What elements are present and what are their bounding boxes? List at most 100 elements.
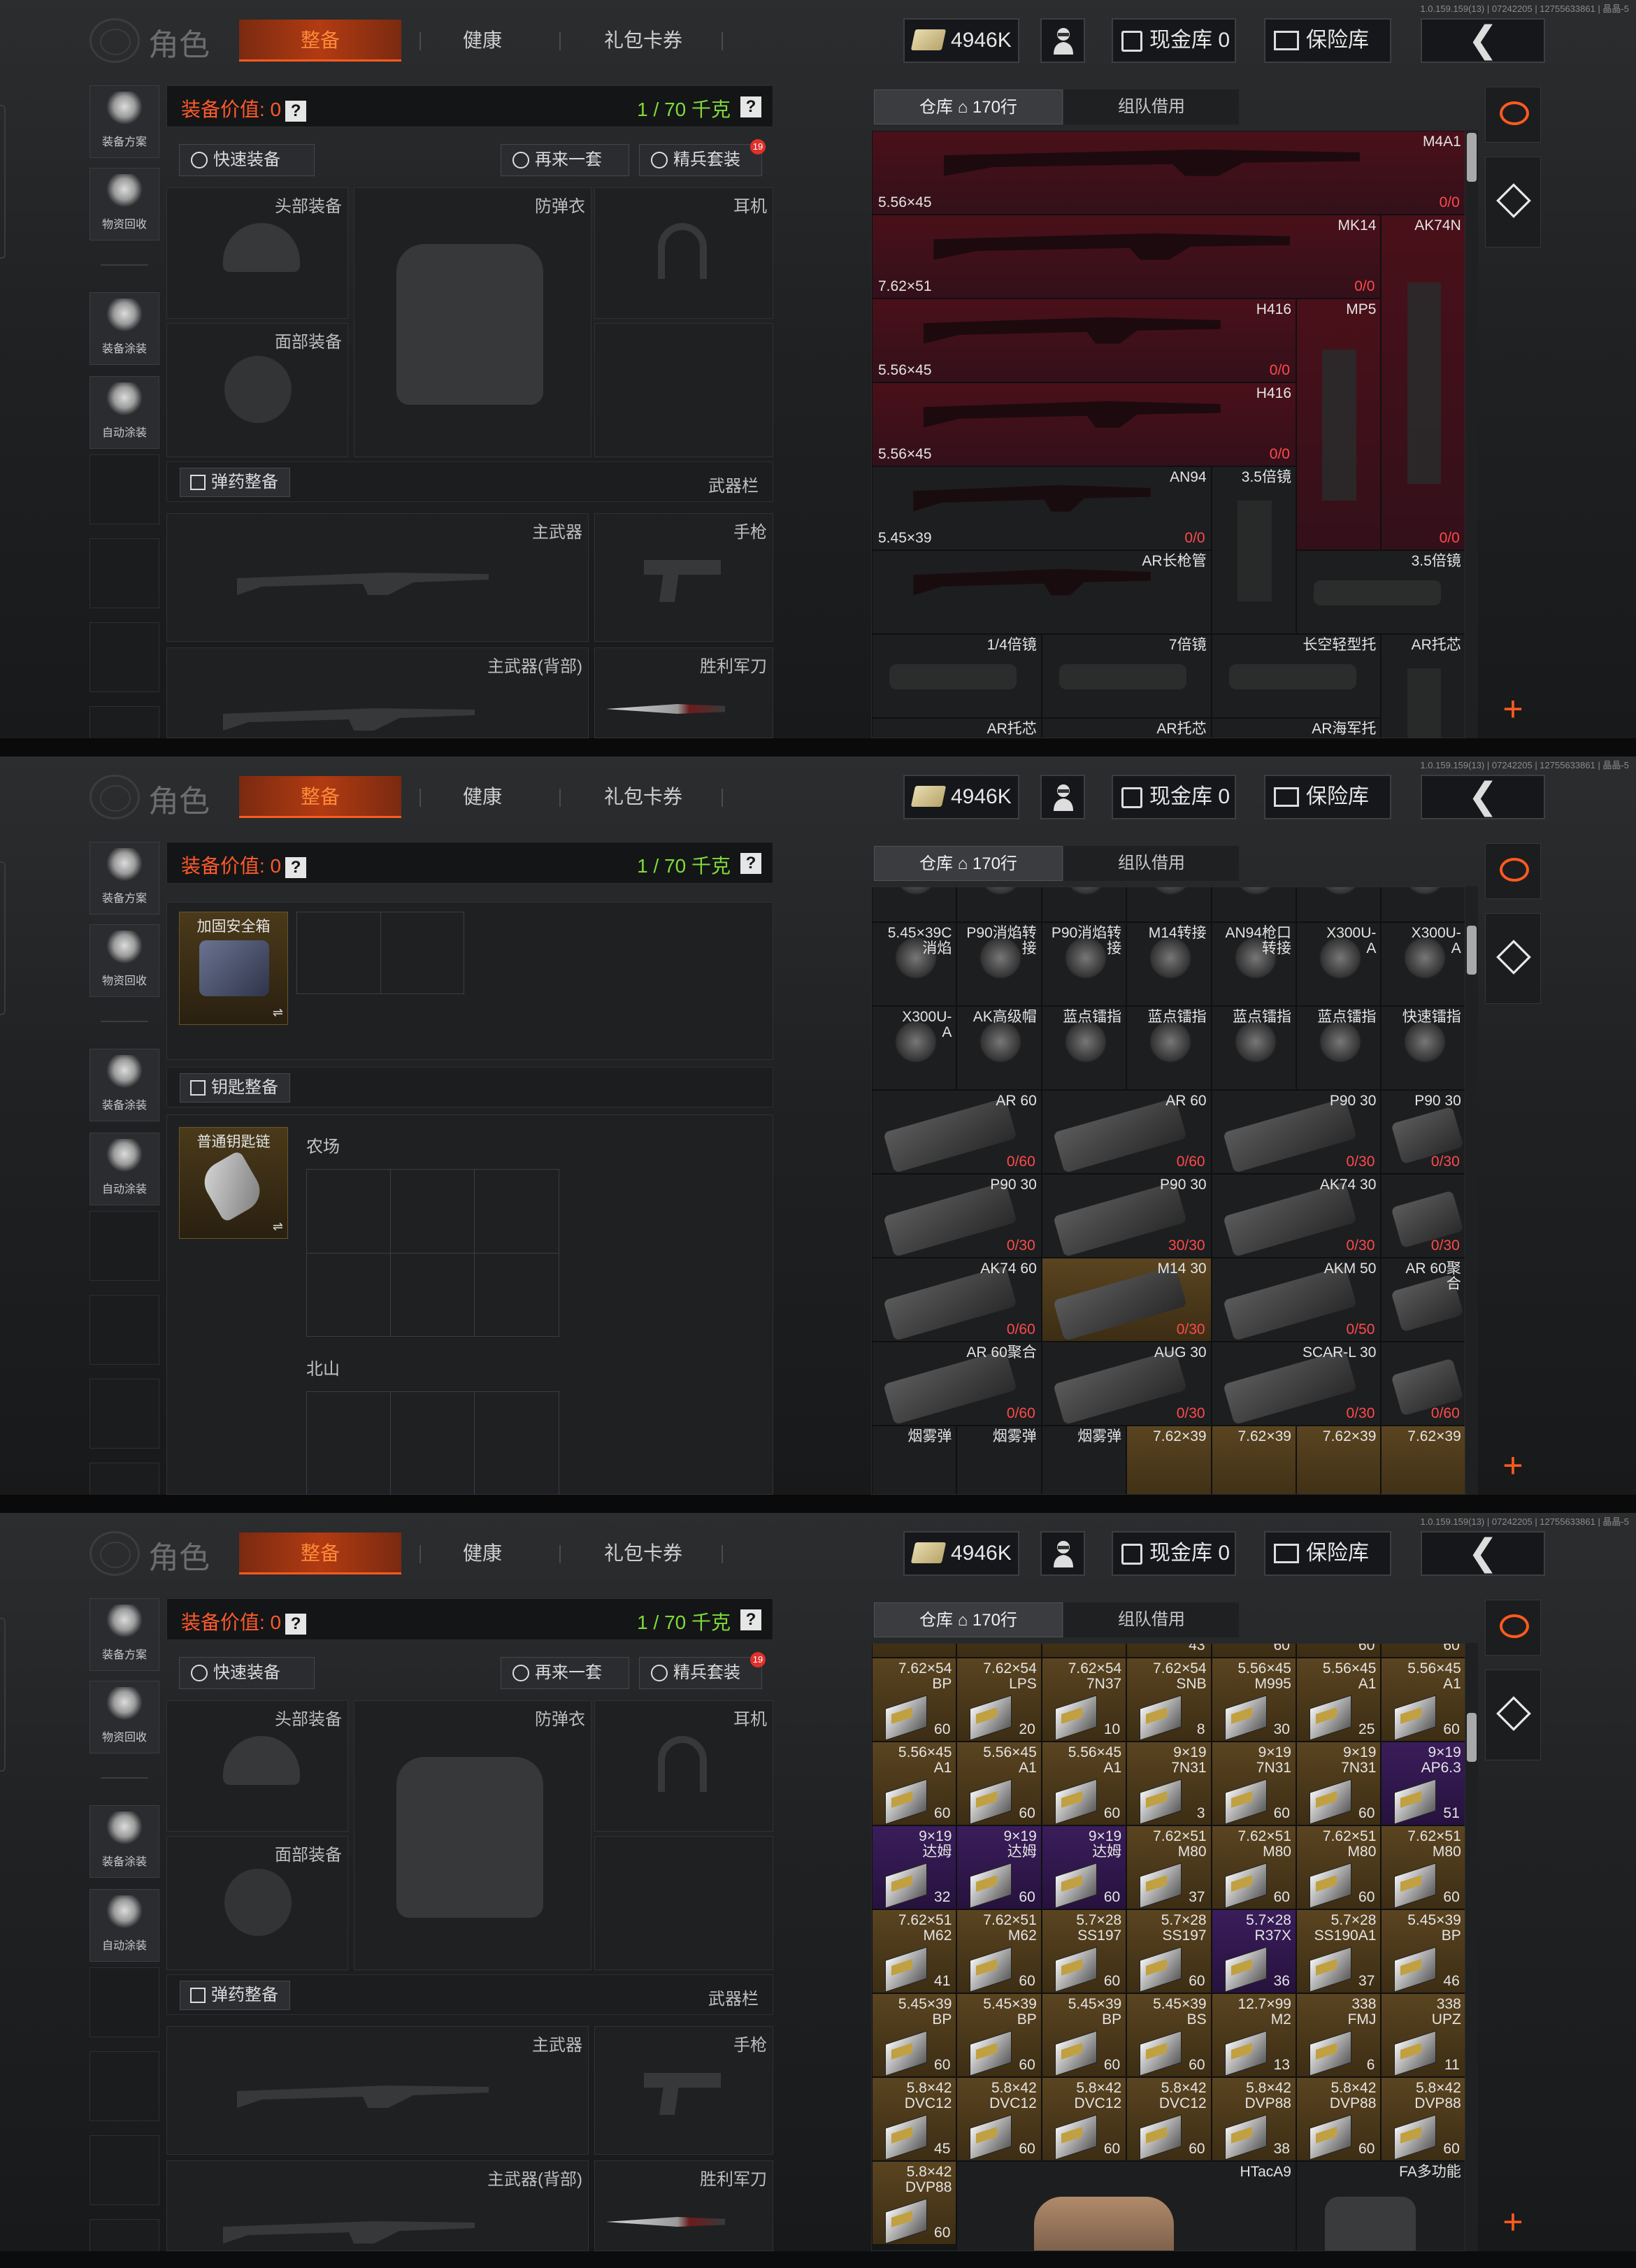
side-auto-skin[interactable]: 自动涂装 [89, 1133, 159, 1205]
ammo-item[interactable]: 5.56×45 M995 30 [1211, 1658, 1296, 1742]
tab-loadout[interactable]: 整备 [239, 1533, 401, 1574]
ammo-item[interactable]: 5.56×45 A1 60 [872, 1742, 957, 1825]
safe-button[interactable]: 保险库 [1264, 18, 1391, 63]
side-loadout-plans[interactable]: 装备方案 [89, 842, 159, 914]
ammo-item[interactable]: 5.45×39 BP 60 [1041, 1993, 1127, 2077]
ammo-item[interactable]: 9×19 7N31 60 [1211, 1742, 1296, 1825]
ammo-item[interactable]: 5.45×39 BP 46 [1381, 1909, 1465, 1993]
slot-back[interactable]: 主武器(背部) [166, 2160, 589, 2251]
tab-loadout[interactable]: 整备 [239, 776, 401, 818]
ammo-item[interactable]: 7.62×51 M80 60 [1381, 1825, 1465, 1909]
side-skins[interactable]: 装备涂装 [89, 292, 159, 365]
side-auto-skin[interactable]: 自动涂装 [89, 376, 159, 449]
cash-vault-button[interactable]: 现金库 0 [1112, 1531, 1236, 1576]
quick-equip-button[interactable]: 快速装备 [179, 1657, 315, 1689]
ammo-item[interactable]: 7.62×51 M62 60 [956, 1909, 1042, 1993]
left-edge-tab[interactable] [0, 861, 6, 1015]
ammo-item[interactable]: 5.56×45 A1 60 [956, 1742, 1042, 1825]
quick-equip-button[interactable]: 快速装备 [179, 144, 315, 176]
warehouse-item[interactable]: 3.5倍镜 [1296, 550, 1465, 634]
side-skins[interactable]: 装备涂装 [89, 1805, 159, 1878]
slot-pistol[interactable]: 手枪 [594, 2026, 773, 2155]
ammo-item[interactable]: 7.62×51 M80 60 [1296, 1825, 1382, 1909]
warehouse-item[interactable]: AR 60 0/60 [1041, 1090, 1212, 1174]
ammo-item[interactable]: 9×19 达姆 60 [1041, 1825, 1127, 1909]
ammo-item[interactable]: 5.45×39 BS 60 [1126, 1993, 1212, 2077]
warehouse-item[interactable]: H416 5.56×45 0/0 [872, 382, 1296, 466]
ammo-loadout-button[interactable]: 弹药整备 [180, 1981, 290, 2010]
slot-empty[interactable] [594, 1836, 773, 1970]
warehouse-item[interactable]: AN94枪口 转接 [1211, 922, 1296, 1006]
ammo-item[interactable]: 7.62×54 LPS 20 [956, 1658, 1042, 1742]
warehouse-item[interactable]: MP5 [1296, 299, 1382, 550]
warehouse-item[interactable]: 7.62×39 [1381, 1426, 1465, 1494]
warehouse-item[interactable]: M4A1 5.56×45 0/0 [872, 131, 1465, 215]
warehouse-item[interactable]: P90 30 0/30 [1211, 1090, 1382, 1174]
warehouse-item[interactable]: 7.62×39 [1126, 1426, 1212, 1494]
tab-warehouse[interactable]: 仓库 ⌂ 170行 [874, 89, 1063, 124]
ammo-item[interactable]: 5.8×42 DVP88 60 [1296, 2077, 1382, 2161]
warehouse-item[interactable]: 0/60 [1381, 1342, 1465, 1426]
operator-button[interactable] [1040, 1531, 1085, 1576]
elite-set-button[interactable]: 精兵套装 19 [639, 139, 766, 176]
warehouse-item[interactable]: AR 60 0/60 [872, 1090, 1042, 1174]
ammo-item[interactable]: 5.56×45 A1 25 [1296, 1658, 1382, 1742]
help-icon[interactable]: ? [740, 96, 761, 117]
side-recycle[interactable]: 物资回收 [89, 168, 159, 241]
side-recycle[interactable]: 物资回收 [89, 1681, 159, 1753]
tab-team-borrow[interactable]: 组队借用 [1064, 1602, 1239, 1637]
ammo-item[interactable]: 5.45×39 BP 60 [872, 1993, 957, 2077]
sort-button[interactable] [1485, 1600, 1541, 1656]
ammo-item[interactable]: 338 FMJ 6 [1296, 1993, 1382, 2077]
ammo-item[interactable]: 5.8×42 DVC12 60 [1041, 2077, 1127, 2161]
safe-button[interactable]: 保险库 [1264, 775, 1391, 819]
side-skins[interactable]: 装备涂装 [89, 1049, 159, 1121]
key-loadout-button[interactable]: 钥匙整备 [180, 1073, 290, 1103]
warehouse-item[interactable]: HTacA9 [956, 2161, 1296, 2251]
ammo-item[interactable]: 7.62×51 M80 60 [1211, 1825, 1296, 1909]
warehouse-item[interactable]: AR托芯 [1041, 718, 1212, 738]
warehouse-item[interactable]: AK74 60 0/60 [872, 1258, 1042, 1342]
slot-head[interactable]: 头部装备 [166, 187, 348, 319]
warehouse-item[interactable]: X300U- A [1381, 922, 1465, 1006]
warehouse-item[interactable] [1296, 887, 1382, 922]
sort-button[interactable] [1485, 843, 1541, 899]
ammo-item[interactable]: 5.8×42 DVP88 60 [1381, 2077, 1465, 2161]
ammo-item[interactable]: 5.7×28 R37X 36 [1211, 1909, 1296, 1993]
slot-knife[interactable]: 胜利军刀 [594, 647, 773, 738]
warehouse-item[interactable]: 0/30 [1381, 1174, 1465, 1258]
warehouse-item[interactable]: P90 30 0/30 [1381, 1090, 1465, 1174]
add-row-button[interactable]: + [1485, 2201, 1541, 2243]
ammo-item[interactable]: 7.62×51 M62 41 [872, 1909, 957, 1993]
warehouse-item[interactable]: 1/4倍镜 [872, 634, 1042, 718]
tab-warehouse[interactable]: 仓库 ⌂ 170行 [874, 1602, 1063, 1637]
side-recycle[interactable]: 物资回收 [89, 924, 159, 997]
operator-button[interactable] [1040, 18, 1085, 63]
warehouse-scrollbar[interactable] [1465, 130, 1478, 738]
warehouse-item[interactable]: AR 60聚 合 [1381, 1258, 1465, 1342]
left-edge-tab[interactable] [0, 1618, 6, 1772]
scroll-thumb[interactable] [1467, 1713, 1477, 1762]
swap-icon[interactable]: ⇌ [273, 1219, 283, 1234]
ammo-item[interactable]: 5.8×42 DVC12 60 [956, 2077, 1042, 2161]
swap-icon[interactable]: ⇌ [273, 1005, 283, 1020]
tab-gift-coupons[interactable]: 礼包卡券 [580, 776, 706, 818]
ammo-item[interactable]: 9×19 达姆 60 [956, 1825, 1042, 1909]
warehouse-item[interactable]: AKM 50 0/50 [1211, 1258, 1382, 1342]
warehouse-item[interactable]: 烟雾弹 [956, 1426, 1042, 1494]
warehouse-item[interactable]: 60 [1296, 1644, 1382, 1658]
ammo-item[interactable]: 5.45×39 BP 60 [956, 1993, 1042, 2077]
tab-gift-coupons[interactable]: 礼包卡券 [580, 20, 706, 62]
ammo-loadout-button[interactable]: 弹药整备 [180, 468, 290, 497]
slot-ear[interactable]: 耳机 [594, 187, 773, 319]
warehouse-item[interactable]: FA多功能 [1296, 2161, 1465, 2251]
warehouse-item[interactable] [1041, 887, 1127, 922]
warehouse-item[interactable]: 7.62×39 [1296, 1426, 1382, 1494]
warehouse-item[interactable]: 长空轻型托 [1211, 634, 1382, 718]
slot-primary[interactable]: 主武器 [166, 2026, 589, 2155]
warehouse-item[interactable]: H416 5.56×45 0/0 [872, 299, 1296, 382]
operator-button[interactable] [1040, 775, 1085, 819]
warehouse-item[interactable]: 60 [1211, 1644, 1296, 1658]
warehouse-item[interactable]: P90 30 0/30 [872, 1174, 1042, 1258]
layer-button[interactable] [1485, 157, 1541, 247]
